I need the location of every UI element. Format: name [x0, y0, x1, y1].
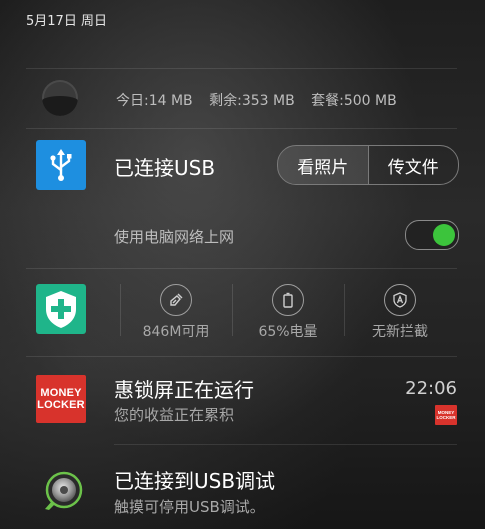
data-today: 今日:14 MB [116, 93, 193, 109]
transfer-files-button[interactable]: 传文件 [369, 146, 459, 184]
data-usage-text: 今日:14 MB 剩余:353 MB 套餐:500 MB [116, 90, 409, 110]
notification-time: 22:06 [405, 378, 457, 399]
usb-debug-title: 已连接到USB调试 [114, 469, 276, 493]
data-remaining: 剩余:353 MB [209, 93, 295, 109]
broom-icon[interactable] [160, 284, 192, 316]
usb-icon [36, 140, 86, 190]
usb-title: 已连接USB [114, 156, 216, 180]
intercept-stat: 无新拦截 [372, 324, 428, 340]
divider [26, 268, 457, 269]
memory-stat: 846M可用 [142, 324, 210, 340]
money-locker-logo: MONEY LOCKER [36, 375, 86, 423]
divider [114, 444, 457, 445]
data-usage-icon[interactable] [42, 80, 78, 116]
money-locker-subtitle: 您的收益正在累积 [114, 406, 235, 424]
battery-icon[interactable] [272, 284, 304, 316]
security-app-icon[interactable] [36, 284, 86, 334]
divider [26, 356, 457, 357]
data-plan: 套餐:500 MB [311, 93, 397, 109]
shield-a-icon[interactable] [384, 284, 416, 316]
small-logo-line2: LOCKER [436, 415, 456, 420]
logo-line1: MONEY [40, 387, 82, 399]
battery-stat: 65%电量 [258, 324, 318, 340]
money-locker-title: 惠锁屏正在运行 [114, 378, 254, 402]
tether-toggle[interactable] [405, 220, 459, 250]
divider [26, 128, 457, 129]
usb-debug-subtitle: 触摸可停用USB调试。 [114, 498, 265, 516]
status-date: 5月17日 周日 [26, 14, 107, 29]
money-locker-small-icon: MONEY LOCKER [435, 405, 457, 425]
usb-debug-icon [40, 470, 84, 514]
toggle-knob [433, 224, 455, 246]
logo-line2: LOCKER [37, 399, 85, 411]
usb-mode-buttons: 看照片 传文件 [277, 145, 459, 185]
view-photos-button[interactable]: 看照片 [278, 146, 369, 184]
divider [26, 68, 457, 69]
tether-label: 使用电脑网络上网 [114, 228, 235, 246]
